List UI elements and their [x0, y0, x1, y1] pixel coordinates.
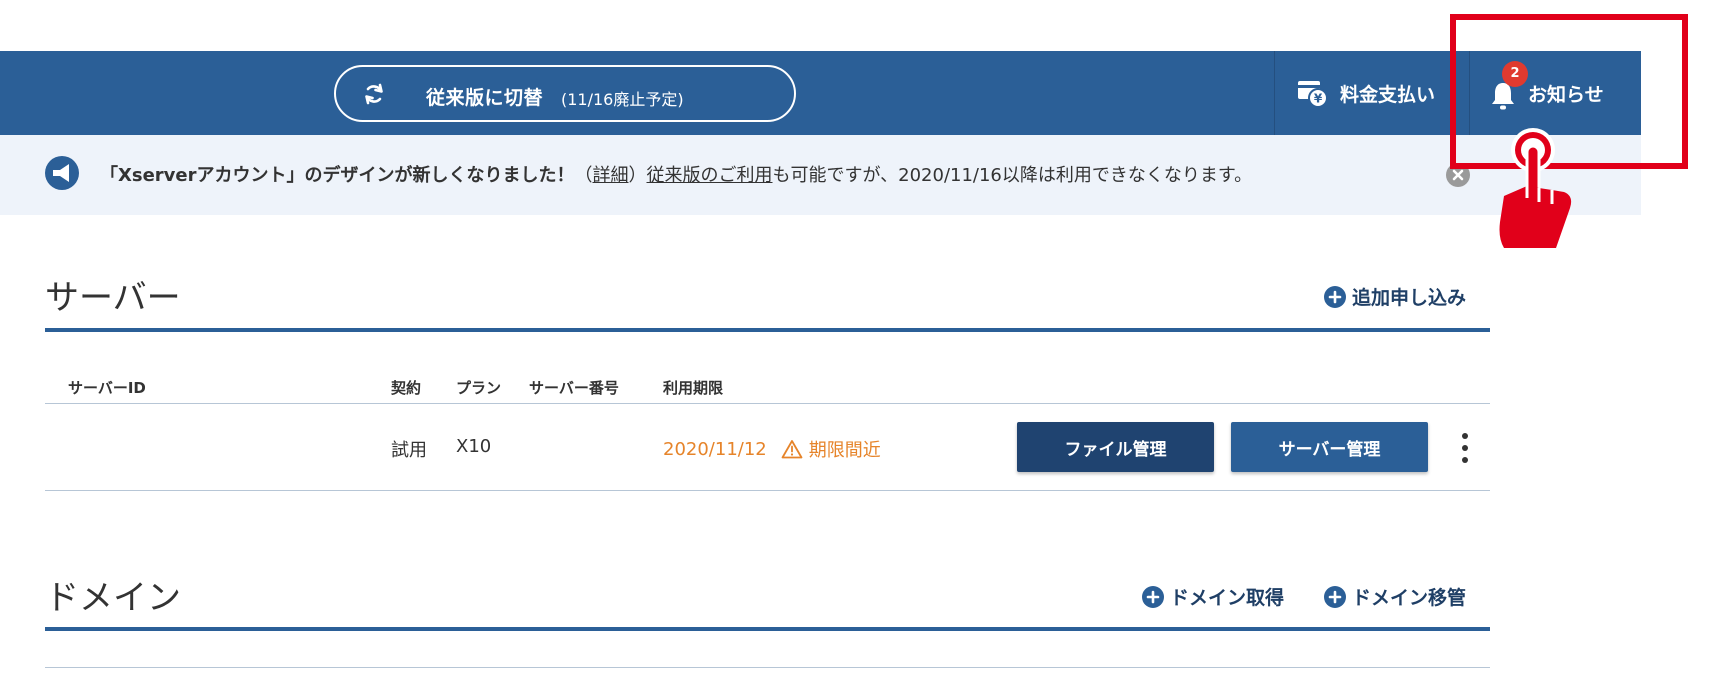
switch-legacy-button[interactable]: 従来版に切替 (11/16廃止予定) — [334, 65, 796, 122]
expiry-date: 2020/11/12 — [663, 438, 767, 460]
cell-expiry: 2020/11/12 期限間近 — [663, 436, 881, 462]
cell-plan: X10 — [456, 436, 492, 457]
col-header-expiry: 利用期限 — [663, 379, 724, 397]
col-header-server-number: サーバー番号 — [529, 379, 619, 397]
file-manager-button[interactable]: ファイル管理 — [1017, 422, 1214, 472]
switch-legacy-note: (11/16廃止予定) — [561, 90, 684, 109]
switch-legacy-label: 従来版に切替 — [426, 87, 544, 109]
announcement-text: 「Xserverアカウント」のデザインが新しくなりました！（詳細）従来版のご利用… — [100, 161, 1252, 187]
table-row-divider — [45, 490, 1490, 491]
announcement-headline: 「Xserverアカウント」のデザインが新しくなりました！ — [100, 165, 575, 186]
svg-text:¥: ¥ — [1314, 92, 1323, 106]
warning-icon — [781, 440, 803, 459]
plus-circle-icon — [1142, 585, 1164, 608]
nav-divider — [1274, 51, 1275, 135]
transfer-domain-link[interactable]: ドメイン移管 — [1324, 583, 1466, 610]
plus-circle-icon — [1324, 585, 1346, 608]
paren-open: （ — [574, 165, 593, 186]
top-nav-bar: 従来版に切替 (11/16廃止予定) ¥ 料金支払い お知らせ — [0, 51, 1641, 135]
announcement-rest: も可能ですが、2020/11/16以降は利用できなくなります。 — [772, 165, 1253, 186]
section-divider — [45, 328, 1490, 332]
acquire-domain-label: ドメイン取得 — [1170, 587, 1285, 609]
megaphone-icon — [45, 156, 79, 190]
table-header-divider — [45, 667, 1490, 668]
announcement-bar: 「Xserverアカウント」のデザインが新しくなりました！（詳細）従来版のご利用… — [0, 135, 1641, 215]
table-header-divider — [45, 403, 1490, 404]
col-header-contract: 契約 — [391, 379, 422, 397]
expiry-warning: 期限間近 — [808, 440, 881, 461]
pointing-hand-icon — [1499, 128, 1572, 248]
payment-link[interactable]: ¥ 料金支払い — [1296, 51, 1435, 135]
add-server-label: 追加申し込み — [1352, 287, 1467, 309]
sync-icon — [365, 83, 383, 105]
section-divider — [45, 627, 1490, 631]
cell-contract: 試用 — [391, 440, 427, 461]
server-manager-button[interactable]: サーバー管理 — [1231, 422, 1428, 472]
server-section-title: サーバー — [45, 278, 181, 318]
domain-section-title: ドメイン — [45, 578, 181, 618]
payment-icon: ¥ — [1298, 81, 1328, 108]
col-header-server-id: サーバーID — [68, 379, 146, 397]
legacy-usage-link[interactable]: 従来版のご利用 — [647, 165, 773, 186]
more-menu-icon[interactable] — [1458, 430, 1472, 466]
col-header-plan: プラン — [456, 379, 502, 397]
transfer-domain-label: ドメイン移管 — [1352, 587, 1467, 609]
add-server-link[interactable]: 追加申し込み — [1324, 283, 1466, 310]
paren-close: ） — [628, 165, 647, 186]
payment-label: 料金支払い — [1340, 83, 1436, 106]
detail-link[interactable]: 詳細 — [593, 165, 629, 186]
plus-circle-icon — [1324, 285, 1346, 308]
acquire-domain-link[interactable]: ドメイン取得 — [1142, 583, 1284, 610]
